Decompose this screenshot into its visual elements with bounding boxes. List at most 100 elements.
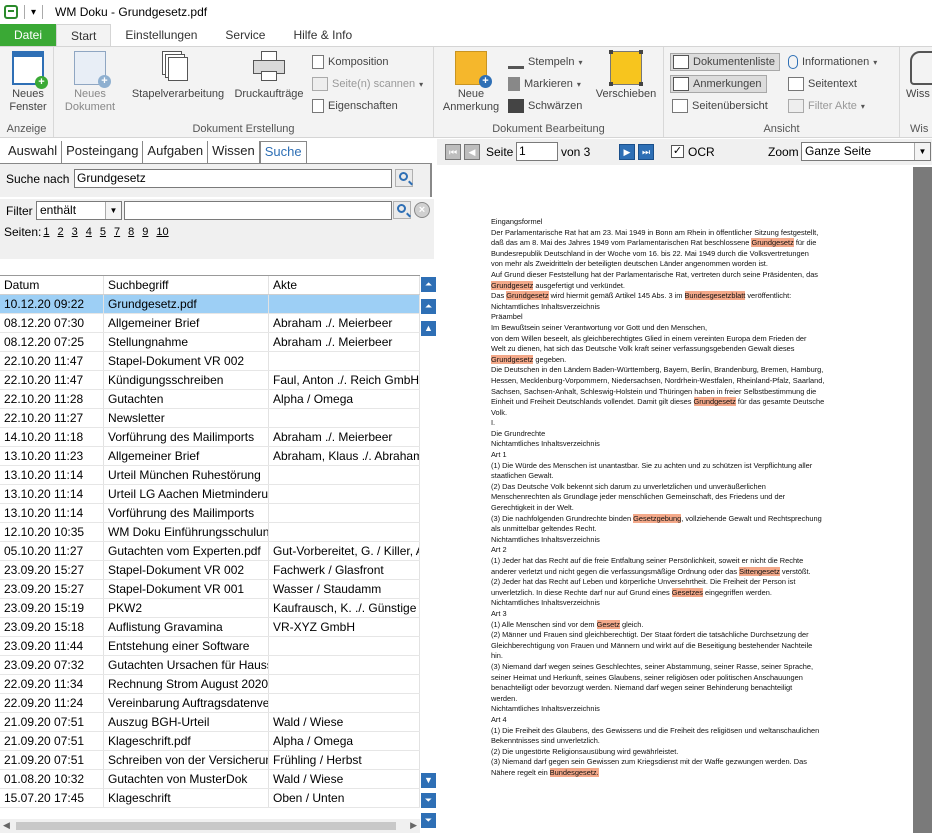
table-row[interactable]: 05.10.20 11:27 Gutachten vom Experten.pdf… — [0, 542, 420, 561]
tab-einstellungen[interactable]: Einstellungen — [111, 24, 211, 46]
table-row[interactable]: 23.09.20 15:18 Auflistung Gravamina VR-XYZ… — [0, 618, 420, 637]
column-header-suchbegriff[interactable]: Suchbegriff — [104, 276, 269, 294]
scannen-button[interactable]: Seite(n) scannen ▾ — [312, 75, 423, 93]
tab-suche[interactable]: Suche — [259, 141, 307, 163]
table-row[interactable]: 22.10.20 11:47 Kündigungsschreiben Faul, A… — [0, 371, 420, 390]
filter-search-button[interactable] — [393, 201, 411, 219]
schwaerzen-button[interactable]: Schwärzen — [508, 97, 582, 115]
column-header-akte[interactable]: Akte — [269, 276, 420, 294]
anmerkungen-toggle[interactable]: Anmerkungen — [670, 75, 767, 93]
document-page[interactable]: Eingangsformel Der Parlamentarische Rat h… — [441, 167, 913, 833]
clear-filter-button[interactable]: × — [414, 202, 430, 218]
previous-page-icon[interactable]: ◀ — [464, 144, 480, 160]
table-row[interactable]: 13.10.20 11:14 Vorführung des Mailimports — [0, 504, 420, 523]
tab-wissen[interactable]: Wissen — [208, 141, 260, 163]
cell-suchbegriff: Entstehung einer Software — [104, 637, 269, 655]
seitentext-toggle[interactable]: Seitentext — [788, 75, 857, 93]
stempeln-button[interactable]: Stempeln ▾ — [508, 53, 583, 71]
neues-dokument-button[interactable]: + Neues Dokument — [60, 51, 120, 114]
page-link[interactable]: 1 — [43, 226, 49, 238]
tab-service[interactable]: Service — [211, 24, 279, 46]
informationen-button[interactable]: Informationen ▾ — [788, 53, 877, 71]
page-link[interactable]: 4 — [86, 226, 92, 238]
scroll-down-icon[interactable]: ▼ — [421, 773, 436, 788]
eigenschaften-button[interactable]: Eigenschaften — [312, 97, 398, 115]
tab-posteingang[interactable]: Posteingang — [62, 141, 144, 163]
filter-mode-select[interactable]: enthält ▼ — [36, 201, 122, 220]
scroll-left-icon[interactable]: ◀ — [3, 820, 10, 831]
seitenuebersicht-toggle[interactable]: Seitenübersicht — [672, 97, 768, 115]
tab-datei[interactable]: Datei — [0, 24, 57, 46]
table-row[interactable]: 15.07.20 17:45 Klageschrift Oben / Unten — [0, 789, 420, 808]
stapelverarbeitung-button[interactable]: Stapelverarbeitung — [128, 51, 228, 101]
table-row[interactable]: 23.09.20 11:44 Entstehung einer Software — [0, 637, 420, 656]
page-link[interactable]: 3 — [72, 226, 78, 238]
search-button[interactable] — [395, 169, 413, 187]
markieren-button[interactable]: Markieren ▾ — [508, 75, 581, 93]
scroll-right-icon[interactable]: ▶ — [410, 820, 417, 831]
table-row[interactable]: 12.10.20 10:35 WM Doku Einführungsschulun… — [0, 523, 420, 542]
cell-datum: 22.09.20 11:24 — [0, 694, 104, 712]
table-row[interactable]: 08.12.20 07:25 Stellungnahme Abraham ./. M… — [0, 333, 420, 352]
dokumentenliste-toggle[interactable]: Dokumentenliste — [670, 53, 780, 71]
page-down-icon[interactable]: ⏷ — [421, 793, 436, 808]
page-link[interactable]: 2 — [57, 226, 63, 238]
scroll-thumb[interactable] — [16, 822, 396, 830]
app-icon — [4, 5, 18, 19]
filter-label: Filter — [6, 204, 33, 218]
scroll-top-icon[interactable]: ⏶ — [421, 277, 436, 292]
table-row[interactable]: 22.09.20 11:34 Rechnung Strom August 2020 — [0, 675, 420, 694]
filter-akte-button[interactable]: Filter Akte ▾ — [788, 97, 865, 115]
table-row[interactable]: 14.10.20 11:18 Vorführung des Mailimports… — [0, 428, 420, 447]
page-link[interactable]: 5 — [100, 226, 106, 238]
page-link[interactable]: 7 — [114, 226, 120, 238]
last-page-icon[interactable]: ⏭ — [638, 144, 654, 160]
viewer-vertical-scrollbar[interactable] — [913, 167, 932, 833]
table-row[interactable]: 22.09.20 11:24 Vereinbarung Auftragsdaten… — [0, 694, 420, 713]
table-row[interactable]: 23.09.20 15:27 Stapel-Dokument VR 001 Wass… — [0, 580, 420, 599]
table-row[interactable]: 01.08.20 10:32 Gutachten von MusterDok Wal… — [0, 770, 420, 789]
wissen-button[interactable]: Wiss — [906, 51, 932, 101]
page-up-icon[interactable]: ⏶ — [421, 299, 436, 314]
table-row[interactable]: 10.12.20 09:22 Grundgesetz.pdf — [0, 295, 420, 314]
next-page-icon[interactable]: ▶ — [619, 144, 635, 160]
table-vertical-scrollbar[interactable]: ⏶ ⏶ ▲ ▼ ⏷ ⏷ — [420, 275, 437, 831]
scroll-up-icon[interactable]: ▲ — [421, 321, 436, 336]
neue-anmerkung-button[interactable]: + Neue Anmerkung — [438, 51, 504, 114]
quick-access-dropdown-icon[interactable]: ▾ — [31, 7, 36, 18]
ocr-checkbox[interactable]: ✓ — [671, 145, 684, 158]
page-link[interactable]: 8 — [128, 226, 134, 238]
search-input[interactable]: Grundgesetz — [74, 169, 392, 188]
table-row[interactable]: 21.09.20 07:51 Klageschrift.pdf Alpha / Om… — [0, 732, 420, 751]
column-header-datum[interactable]: Datum — [0, 276, 104, 294]
tab-hilfe-info[interactable]: Hilfe & Info — [279, 24, 366, 46]
table-row[interactable]: 13.10.20 11:14 Urteil LG Aachen Mietminde… — [0, 485, 420, 504]
komposition-button[interactable]: Komposition — [312, 53, 389, 71]
table-row[interactable]: 22.10.20 11:47 Stapel-Dokument VR 002 — [0, 352, 420, 371]
table-row[interactable]: 21.09.20 07:51 Auszug BGH-Urteil Wald / Wi… — [0, 713, 420, 732]
first-page-icon[interactable]: ⏮ — [445, 144, 461, 160]
table-row[interactable]: 08.12.20 07:30 Allgemeiner Brief Abraham .… — [0, 314, 420, 333]
page-number-input[interactable]: 1 — [516, 142, 558, 161]
table-row[interactable]: 21.09.20 07:51 Schreiben von der Versiche… — [0, 751, 420, 770]
tab-aufgaben[interactable]: Aufgaben — [143, 141, 209, 163]
table-row[interactable]: 13.10.20 11:14 Urteil München Ruhestörung — [0, 466, 420, 485]
page-link[interactable]: 10 — [156, 226, 168, 238]
table-row[interactable]: 23.09.20 15:19 PKW2 Kaufrausch, K. ./. Gün… — [0, 599, 420, 618]
table-row[interactable]: 13.10.20 11:23 Allgemeiner Brief Abraham, … — [0, 447, 420, 466]
filter-input[interactable] — [124, 201, 392, 220]
table-row[interactable]: 23.09.20 07:32 Gutachten Ursachen für Hau… — [0, 656, 420, 675]
table-row[interactable]: 22.10.20 11:28 Gutachten Alpha / Omega — [0, 390, 420, 409]
tab-start[interactable]: Start — [56, 24, 112, 46]
tab-auswahl[interactable]: Auswahl — [4, 141, 63, 163]
table-row[interactable]: 23.09.20 15:27 Stapel-Dokument VR 002 Fach… — [0, 561, 420, 580]
verschieben-button[interactable]: Verschieben — [592, 50, 660, 101]
druckauftraege-button[interactable]: Druckaufträge — [230, 51, 308, 101]
table-row[interactable]: 22.10.20 11:27 Newsletter — [0, 409, 420, 428]
cell-datum: 12.10.20 10:35 — [0, 523, 104, 541]
neues-fenster-button[interactable]: + Neues Fenster — [6, 51, 50, 114]
table-horizontal-scrollbar[interactable]: ◀ ▶ — [0, 819, 420, 833]
zoom-select[interactable]: Ganze Seite ▼ — [801, 142, 931, 161]
scroll-bottom-icon[interactable]: ⏷ — [421, 813, 436, 828]
page-link[interactable]: 9 — [142, 226, 148, 238]
